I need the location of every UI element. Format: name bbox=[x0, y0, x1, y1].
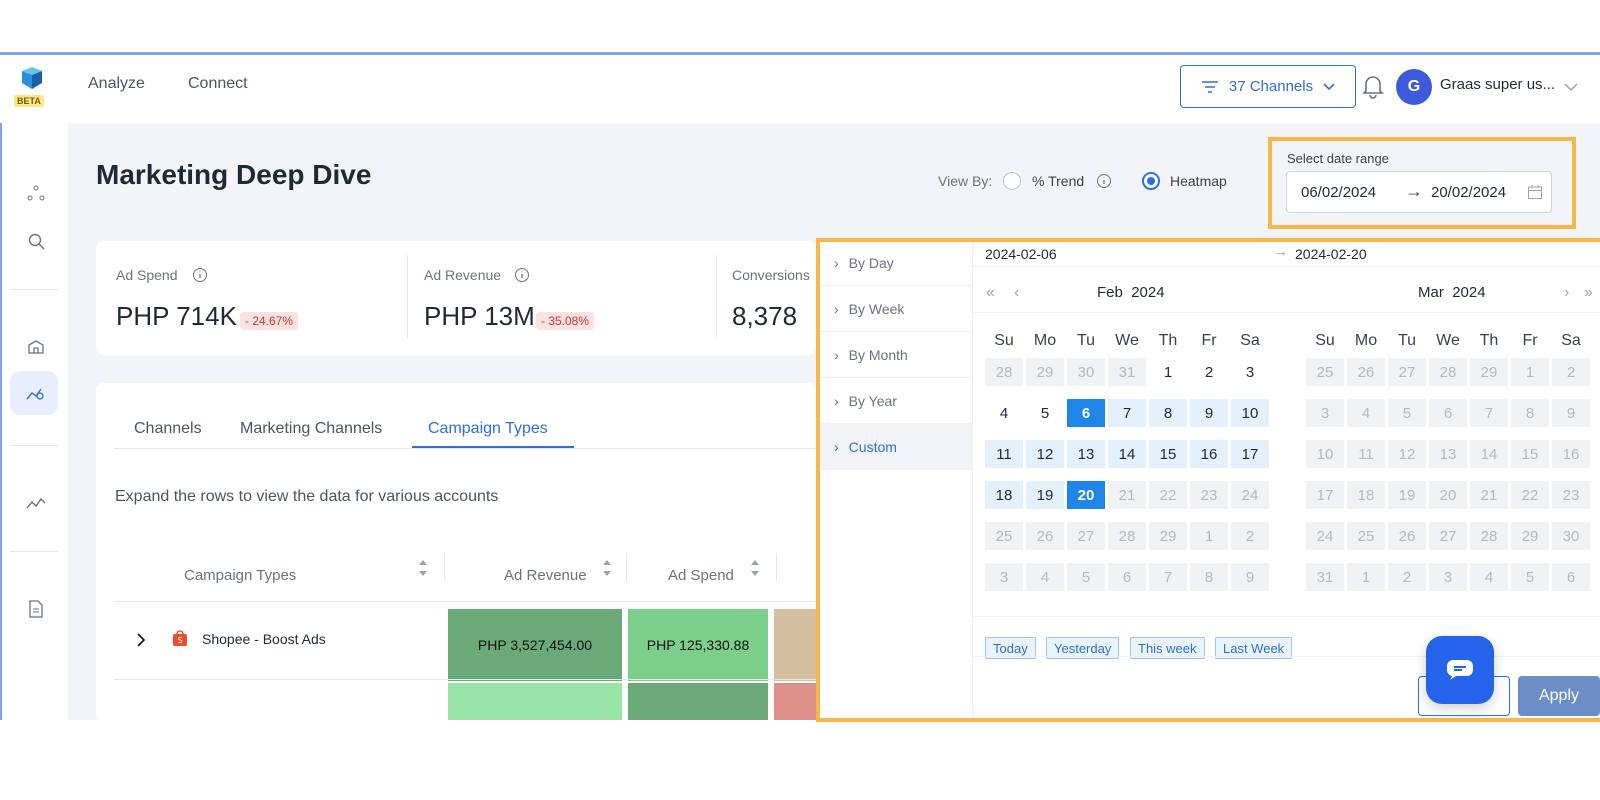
calendar-icon[interactable] bbox=[1527, 184, 1543, 200]
tab-campaign-types[interactable]: Campaign Types bbox=[428, 420, 548, 438]
trend-radio[interactable] bbox=[1003, 172, 1021, 190]
channels-button-label: 37 Channels bbox=[1228, 78, 1314, 95]
info-icon[interactable] bbox=[192, 267, 208, 283]
kpi-conversions-value: 8,378 bbox=[732, 301, 798, 331]
heat-cell bbox=[448, 683, 622, 720]
heat-cell bbox=[774, 609, 816, 681]
channels-filter-button[interactable]: 37 Channels bbox=[1180, 65, 1356, 108]
tabs-divider bbox=[114, 448, 816, 449]
app-logo[interactable]: BETA bbox=[14, 65, 48, 111]
svg-text:S: S bbox=[177, 636, 182, 645]
sidebar-divider bbox=[10, 289, 58, 290]
col-ad-spend[interactable]: Ad Spend bbox=[668, 567, 734, 584]
user-menu-chevron-icon[interactable] bbox=[1564, 79, 1578, 97]
chevron-down-icon bbox=[1323, 82, 1335, 90]
table-row[interactable]: S Shopee - Boost Ads PHP 3,527,454.00 PH… bbox=[114, 603, 816, 681]
tab-marketing-channels[interactable]: Marketing Channels bbox=[240, 420, 382, 438]
beta-badge: BETA bbox=[14, 95, 44, 107]
shopee-icon: S bbox=[173, 630, 187, 646]
heat-cell bbox=[774, 683, 816, 720]
row-divider bbox=[114, 679, 816, 680]
kpi-conversions-label: Conversions bbox=[732, 267, 810, 283]
search-insights-icon[interactable] bbox=[22, 227, 50, 255]
logo-icon bbox=[22, 67, 42, 89]
store-icon[interactable] bbox=[22, 333, 50, 361]
kpi-divider bbox=[716, 255, 717, 339]
date-range-label: Select date range bbox=[1287, 151, 1389, 166]
nav-analyze[interactable]: Analyze bbox=[88, 75, 145, 93]
col-divider bbox=[444, 553, 445, 581]
trend-line-icon[interactable] bbox=[22, 489, 50, 517]
col-ad-revenue[interactable]: Ad Revenue bbox=[504, 567, 587, 584]
row-name: Shopee - Boost Ads bbox=[202, 631, 326, 647]
kpi-card: Ad Spend PHP 714K - 24.67% Ad Revenue PH… bbox=[96, 241, 816, 355]
page-title: Marketing Deep Dive bbox=[96, 159, 372, 190]
heatmap-radio[interactable] bbox=[1142, 172, 1160, 190]
kpi-ad-revenue-value: PHP 13M bbox=[424, 301, 535, 331]
user-avatar[interactable]: G bbox=[1396, 69, 1432, 105]
sort-icon[interactable] bbox=[418, 558, 428, 578]
sort-icon[interactable] bbox=[750, 558, 760, 578]
heat-cell-ad-spend: PHP 125,330.88 bbox=[628, 609, 768, 681]
nodes-icon[interactable] bbox=[22, 179, 50, 207]
info-icon[interactable] bbox=[514, 267, 530, 283]
kpi-ad-revenue-change: - 35.08% bbox=[536, 312, 595, 330]
kpi-ad-spend-change: - 24.67% bbox=[240, 312, 299, 330]
info-icon[interactable] bbox=[1096, 173, 1112, 194]
heat-cell-ad-revenue: PHP 3,527,454.00 bbox=[448, 609, 622, 681]
analytics-search-icon[interactable] bbox=[22, 379, 50, 407]
heatmap-radio-label[interactable]: Heatmap bbox=[1170, 173, 1227, 189]
nav-connect[interactable]: Connect bbox=[188, 75, 248, 93]
sidebar-divider bbox=[10, 551, 58, 552]
col-campaign-types[interactable]: Campaign Types bbox=[184, 567, 296, 584]
kpi-ad-spend-label: Ad Spend bbox=[116, 267, 178, 283]
kpi-ad-spend-value: PHP 714K bbox=[116, 301, 237, 331]
filter-icon bbox=[1201, 80, 1218, 93]
kpi-ad-revenue-label: Ad Revenue bbox=[424, 267, 502, 283]
kpi-divider bbox=[407, 255, 408, 339]
expand-chevron-icon[interactable] bbox=[136, 633, 146, 647]
heat-cell bbox=[628, 683, 768, 720]
sort-icon[interactable] bbox=[602, 558, 612, 578]
trend-radio-label[interactable]: % Trend bbox=[1032, 173, 1084, 189]
date-picker-highlight bbox=[816, 238, 1600, 722]
document-icon[interactable] bbox=[22, 595, 50, 623]
col-divider bbox=[626, 553, 627, 581]
header-divider bbox=[114, 601, 816, 602]
table-hint: Expand the rows to view the data for var… bbox=[115, 488, 499, 505]
date-to[interactable]: 20/02/2024 bbox=[1431, 184, 1506, 201]
top-bar: BETA Analyze Connect 37 Channels G Graas… bbox=[0, 55, 1600, 123]
range-arrow-icon: → bbox=[1405, 181, 1423, 201]
left-sidebar bbox=[0, 123, 68, 720]
bell-icon[interactable] bbox=[1362, 73, 1384, 104]
sidebar-divider bbox=[10, 445, 58, 446]
user-name[interactable]: Graas super us... bbox=[1440, 76, 1555, 93]
col-divider bbox=[776, 553, 777, 581]
date-range-input[interactable]: 06/02/2024 → 20/02/2024 bbox=[1286, 171, 1552, 213]
date-from[interactable]: 06/02/2024 bbox=[1301, 184, 1376, 201]
tab-channels[interactable]: Channels bbox=[134, 420, 202, 438]
view-by-label: View By: bbox=[938, 173, 993, 189]
